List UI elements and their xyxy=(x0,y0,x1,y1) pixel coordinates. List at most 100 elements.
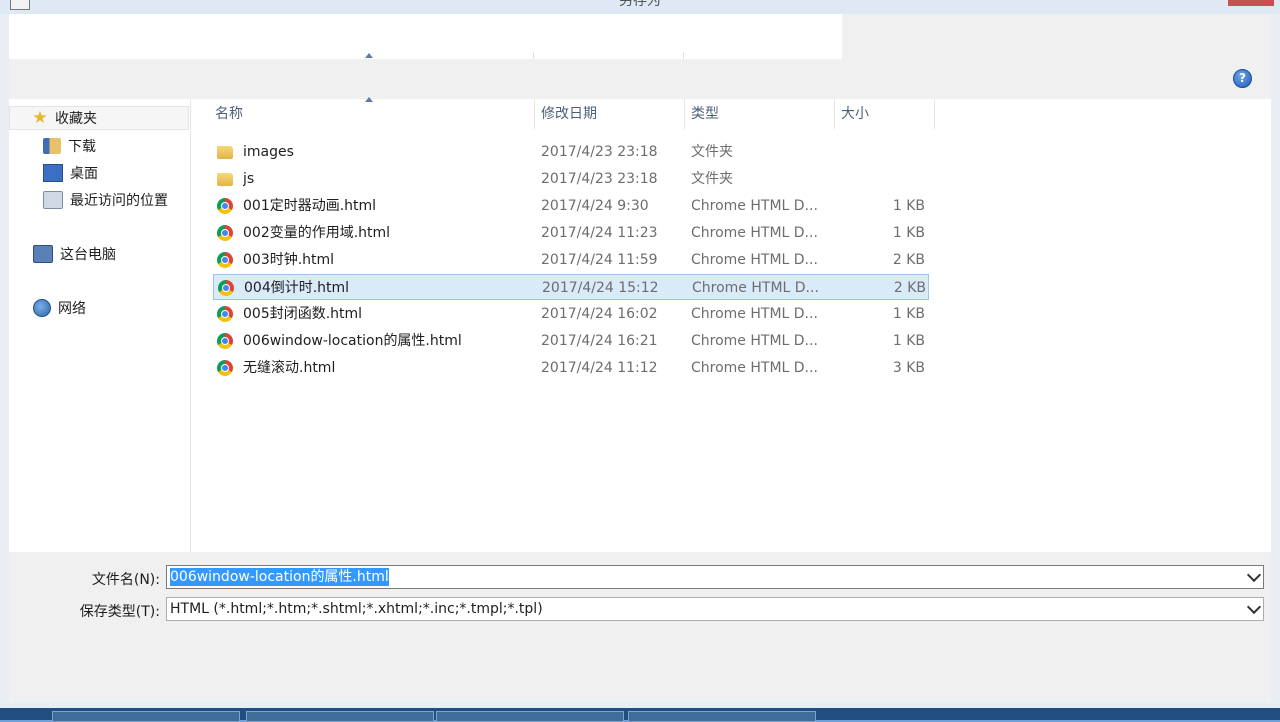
save-options: 文件名(N): 006window-location的属性.html 保存类型(… xyxy=(9,552,1271,702)
recent-places-icon xyxy=(43,191,63,209)
file-name: 005封闭函数.html xyxy=(243,306,363,322)
nav-item-label: 桌面 xyxy=(70,166,98,182)
file-size: 1 KB xyxy=(892,198,925,214)
file-size: 3 KB xyxy=(892,360,925,376)
nav-item-this-pc[interactable]: 这台电脑 xyxy=(9,242,189,266)
column-type[interactable]: 类型 xyxy=(685,99,835,129)
file-date: 2017/4/24 16:21 xyxy=(541,333,658,349)
column-size[interactable]: 大小 xyxy=(835,99,935,129)
chrome-file-icon xyxy=(217,360,233,376)
file-size: 1 KB xyxy=(892,333,925,349)
column-header: 名称 修改日期 类型 大小 xyxy=(191,97,935,129)
filetype-value: HTML (*.html;*.htm;*.shtml;*.xhtml;*.inc… xyxy=(170,601,543,617)
chrome-file-icon xyxy=(217,333,233,349)
file-date: 2017/4/24 16:02 xyxy=(541,306,658,322)
search-area xyxy=(842,14,1271,59)
taskbar xyxy=(0,708,1280,722)
file-date: 2017/4/24 11:12 xyxy=(541,360,658,376)
file-type: Chrome HTML D... xyxy=(692,280,819,296)
address-area xyxy=(9,14,842,59)
file-row[interactable]: 001定时器动画.html 2017/4/24 9:30 Chrome HTML D… xyxy=(213,193,929,219)
file-row[interactable]: 无缝滚动.html 2017/4/24 11:12 Chrome HTML D...… xyxy=(213,355,929,381)
taskbar-button[interactable] xyxy=(52,711,240,722)
computer-icon xyxy=(33,245,53,263)
file-row[interactable]: images 2017/4/23 23:18 文件夹 xyxy=(213,139,929,165)
network-icon xyxy=(33,299,51,317)
file-size: 2 KB xyxy=(892,252,925,268)
file-type: Chrome HTML D... xyxy=(691,360,818,376)
file-date: 2017/4/24 15:12 xyxy=(542,280,659,296)
downloads-folder-icon xyxy=(43,138,61,154)
nav-item-network[interactable]: 网络 xyxy=(9,296,189,320)
chrome-file-icon xyxy=(218,280,234,296)
desktop-icon xyxy=(43,164,63,182)
column-date[interactable]: 修改日期 xyxy=(535,99,685,129)
window-title: 另存为 xyxy=(619,0,661,9)
file-row[interactable]: 002变量的作用域.html 2017/4/24 11:23 Chrome HTML… xyxy=(213,220,929,246)
file-type: Chrome HTML D... xyxy=(691,225,818,241)
nav-item-recent[interactable]: 最近访问的位置 xyxy=(9,188,189,212)
taskbar-button[interactable] xyxy=(246,711,434,722)
file-row[interactable]: 006window-location的属性.html 2017/4/24 16:2… xyxy=(213,328,929,354)
nav-item-label: 最近访问的位置 xyxy=(70,193,168,209)
file-name: 003时钟.html xyxy=(243,252,335,268)
file-name: 002变量的作用域.html xyxy=(243,225,391,241)
save-as-dialog: 另存为 ? ★ 收藏夹 下载 桌面 最近访问的位置 这台电脑 网络 名称 修改日… xyxy=(0,0,1280,708)
nav-item-favorites[interactable]: ★ 收藏夹 xyxy=(9,106,189,130)
file-size: 1 KB xyxy=(892,225,925,241)
dialog-frame: ? ★ 收藏夹 下载 桌面 最近访问的位置 这台电脑 网络 名称 修改日期 类型… xyxy=(9,14,1271,702)
folder-icon xyxy=(217,146,233,159)
filename-value[interactable]: 006window-location的属性.html xyxy=(170,568,389,586)
file-date: 2017/4/24 9:30 xyxy=(541,198,649,214)
nav-item-label: 收藏夹 xyxy=(55,111,97,127)
file-size: 1 KB xyxy=(892,306,925,322)
file-type: Chrome HTML D... xyxy=(691,198,818,214)
file-type: 文件夹 xyxy=(691,144,733,160)
close-button[interactable] xyxy=(1228,0,1274,6)
star-icon: ★ xyxy=(32,108,48,128)
file-type: 文件夹 xyxy=(691,171,733,187)
content-pane: ★ 收藏夹 下载 桌面 最近访问的位置 这台电脑 网络 名称 修改日期 类型 大… xyxy=(9,97,1271,552)
file-row[interactable]: 005封闭函数.html 2017/4/24 16:02 Chrome HTML D… xyxy=(213,301,929,327)
chevron-down-icon[interactable] xyxy=(1246,567,1262,583)
file-date: 2017/4/24 11:23 xyxy=(541,225,658,241)
chrome-file-icon xyxy=(217,198,233,214)
file-row[interactable]: 003时钟.html 2017/4/24 11:59 Chrome HTML D..… xyxy=(213,247,929,273)
file-row[interactable]: 004倒计时.html 2017/4/24 15:12 Chrome HTML D.… xyxy=(213,274,929,300)
file-name: 004倒计时.html xyxy=(244,280,350,296)
file-date: 2017/4/24 11:59 xyxy=(541,252,658,268)
nav-item-downloads[interactable]: 下载 xyxy=(9,134,189,158)
file-name: 001定时器动画.html xyxy=(243,198,377,214)
chrome-file-icon xyxy=(217,225,233,241)
file-date: 2017/4/23 23:18 xyxy=(541,144,658,160)
file-type: Chrome HTML D... xyxy=(691,333,818,349)
divider xyxy=(533,52,534,59)
nav-item-label: 下载 xyxy=(68,139,96,155)
taskbar-button[interactable] xyxy=(628,711,816,722)
sort-caret-icon xyxy=(365,53,373,58)
file-name: 无缝滚动.html xyxy=(243,360,336,376)
navigation-pane: ★ 收藏夹 下载 桌面 最近访问的位置 这台电脑 网络 xyxy=(9,99,191,552)
file-list: 名称 修改日期 类型 大小 images 2017/4/23 23:18 文件夹 js… xyxy=(191,97,1271,552)
file-name: 006window-location的属性.html xyxy=(243,333,462,349)
file-date: 2017/4/23 23:18 xyxy=(541,171,658,187)
file-row[interactable]: js 2017/4/23 23:18 文件夹 xyxy=(213,166,929,192)
filetype-label: 保存类型(T): xyxy=(79,604,160,620)
nav-item-desktop[interactable]: 桌面 xyxy=(9,161,189,185)
column-name[interactable]: 名称 xyxy=(209,99,535,129)
filename-input[interactable]: 006window-location的属性.html xyxy=(166,565,1264,589)
folder-icon xyxy=(217,173,233,186)
divider xyxy=(683,52,684,59)
nav-item-label: 网络 xyxy=(58,301,86,317)
file-type: Chrome HTML D... xyxy=(691,306,818,322)
chevron-down-icon[interactable] xyxy=(1246,599,1262,615)
help-icon[interactable]: ? xyxy=(1233,69,1252,88)
filetype-select[interactable]: HTML (*.html;*.htm;*.shtml;*.xhtml;*.inc… xyxy=(166,597,1264,621)
file-name: images xyxy=(243,144,294,160)
nav-item-label: 这台电脑 xyxy=(60,247,116,263)
file-size: 2 KB xyxy=(893,280,926,296)
taskbar-button[interactable] xyxy=(436,711,624,722)
file-name: js xyxy=(243,171,255,187)
filename-label: 文件名(N): xyxy=(91,572,160,588)
chrome-file-icon xyxy=(217,306,233,322)
